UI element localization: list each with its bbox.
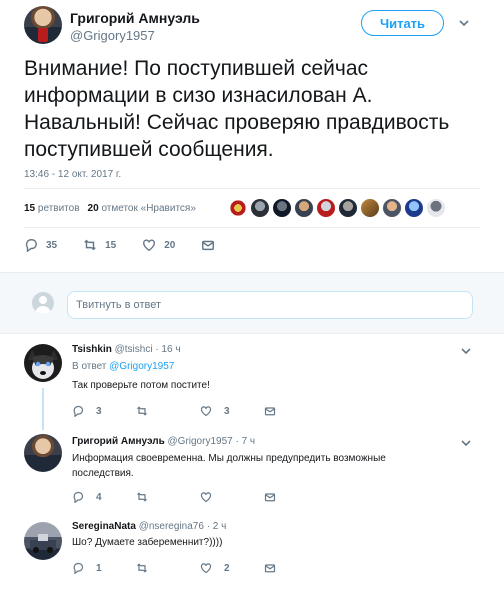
reply-item[interactable]: SereginaNata @nseregina76 · 2 ч Шо? Дума… xyxy=(0,510,504,591)
like-action[interactable] xyxy=(200,491,264,503)
divider xyxy=(24,227,480,228)
reply-action[interactable]: 35 xyxy=(24,238,57,252)
author-avatar[interactable] xyxy=(24,6,62,44)
like-action[interactable]: 2 xyxy=(200,562,264,574)
tweet-text: Внимание! По поступившей сейчас информац… xyxy=(24,57,450,161)
thread-line xyxy=(42,388,44,430)
reply-action[interactable]: 1 xyxy=(72,562,136,574)
heart-icon xyxy=(200,563,212,574)
envelope-icon xyxy=(202,240,215,251)
liker-avatar[interactable] xyxy=(250,198,270,218)
tweet-stats: 15 ретвитов 20 отметок «Нравится» xyxy=(24,203,196,214)
retweet-icon xyxy=(137,492,147,502)
liker-avatar[interactable] xyxy=(316,198,336,218)
reply-action[interactable]: 3 xyxy=(72,405,136,417)
message-action[interactable] xyxy=(264,405,328,417)
envelope-icon xyxy=(264,407,276,416)
retweet-action[interactable] xyxy=(136,491,200,503)
reply-actions: 4 xyxy=(72,491,328,503)
reply-to: В ответ @Grigory1957 xyxy=(72,361,175,372)
caret-down-icon[interactable] xyxy=(458,17,470,29)
liker-avatar[interactable] xyxy=(294,198,314,218)
caret-down-icon[interactable] xyxy=(460,437,472,449)
reply-author-avatar[interactable] xyxy=(24,522,62,560)
like-action[interactable]: 3 xyxy=(200,405,264,417)
user-avatar xyxy=(32,292,54,314)
retweet-action[interactable] xyxy=(136,562,200,574)
reply-author-avatar[interactable] xyxy=(24,344,62,382)
heart-icon xyxy=(200,492,212,503)
envelope-icon xyxy=(264,493,276,502)
reply-icon xyxy=(25,239,37,252)
message-action[interactable] xyxy=(264,562,328,574)
reply-author[interactable]: Tsishkin @tsishci · 16 ч xyxy=(72,344,181,355)
reply-icon xyxy=(73,562,84,574)
like-action[interactable]: 20 xyxy=(142,238,175,252)
reply-actions: 1 2 xyxy=(72,562,328,574)
reply-author[interactable]: SereginaNata @nseregina76 · 2 ч xyxy=(72,521,226,532)
envelope-icon xyxy=(264,564,276,573)
reply-icon xyxy=(73,491,84,503)
reply-item[interactable]: Tsishkin @tsishci · 16 ч В ответ @Grigor… xyxy=(0,334,504,430)
divider xyxy=(24,188,480,189)
reply-action[interactable]: 4 xyxy=(72,491,136,503)
likers-avatars xyxy=(228,198,446,218)
reply-text: Информация своевременна. Мы должны преду… xyxy=(72,453,386,479)
liker-avatar[interactable] xyxy=(360,198,380,218)
main-tweet: Григорий Амнуэль @Grigory1957 Читать Вни… xyxy=(0,0,504,270)
reply-author[interactable]: Григорий Амнуэль @Grigory1957 · 7 ч xyxy=(72,436,255,447)
liker-avatar[interactable] xyxy=(404,198,424,218)
reply-text: Шо? Думаете забеременнит?)))) xyxy=(72,537,223,548)
author-name[interactable]: Григорий Амнуэль xyxy=(70,10,200,26)
tweet-timestamp[interactable]: 13:46 - 12 окт. 2017 г. xyxy=(24,169,121,180)
liker-avatar[interactable] xyxy=(338,198,358,218)
reply-text: Так проверьте потом постите! xyxy=(72,380,210,391)
message-action[interactable] xyxy=(264,491,328,503)
retweet-icon xyxy=(137,563,147,573)
retweet-icon xyxy=(137,406,147,416)
reply-actions: 3 3 xyxy=(72,405,328,417)
likes-stat[interactable]: 20 отметок «Нравится» xyxy=(88,203,196,214)
liker-avatar[interactable] xyxy=(426,198,446,218)
author-handle[interactable]: @Grigory1957 xyxy=(70,28,155,43)
reply-input[interactable]: Твитнуть в ответ xyxy=(67,291,473,319)
heart-icon xyxy=(143,239,156,252)
message-action[interactable] xyxy=(201,238,215,252)
caret-down-icon[interactable] xyxy=(460,345,472,357)
retweet-action[interactable] xyxy=(136,405,200,417)
liker-avatar[interactable] xyxy=(228,198,248,218)
reply-to-handle[interactable]: @Grigory1957 xyxy=(109,361,174,372)
retweets-stat[interactable]: 15 ретвитов xyxy=(24,203,80,214)
reply-item[interactable]: Григорий Амнуэль @Grigory1957 · 7 ч Инфо… xyxy=(0,426,504,510)
reply-author-avatar[interactable] xyxy=(24,434,62,472)
heart-icon xyxy=(200,406,212,417)
reply-icon xyxy=(73,405,84,417)
liker-avatar[interactable] xyxy=(272,198,292,218)
liker-avatar[interactable] xyxy=(382,198,402,218)
reply-composer: Твитнуть в ответ xyxy=(0,272,504,334)
tweet-actions: 35 15 20 xyxy=(24,238,241,252)
follow-button[interactable]: Читать xyxy=(361,10,444,36)
retweet-icon xyxy=(84,239,96,251)
retweet-action[interactable]: 15 xyxy=(83,238,116,252)
